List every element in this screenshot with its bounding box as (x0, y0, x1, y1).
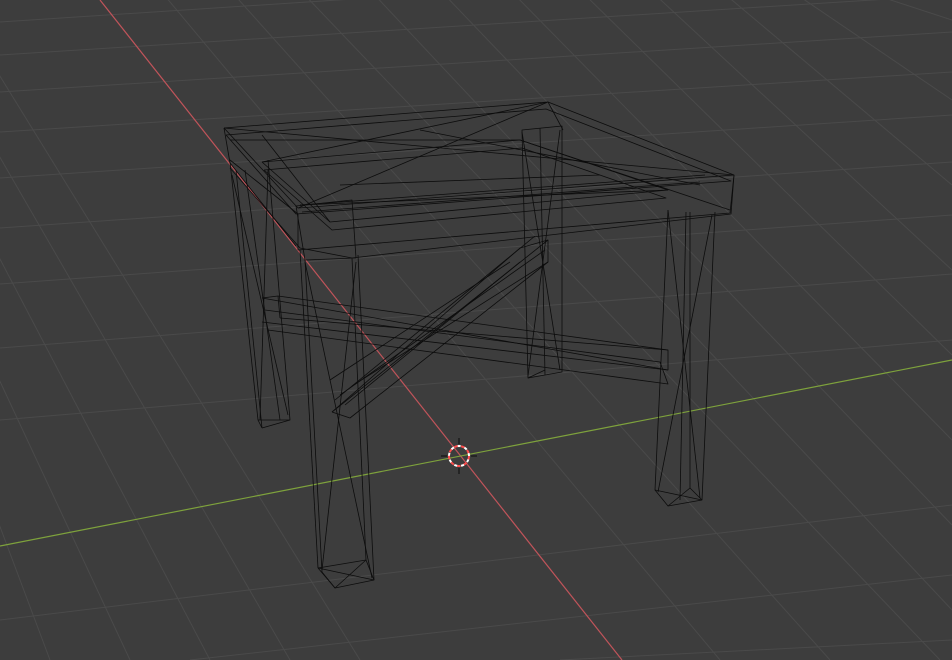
y-axis-line (0, 359, 952, 547)
floor-grid (0, 0, 952, 660)
table-wireframe[interactable] (223, 101, 735, 589)
3d-viewport[interactable] (0, 0, 952, 660)
